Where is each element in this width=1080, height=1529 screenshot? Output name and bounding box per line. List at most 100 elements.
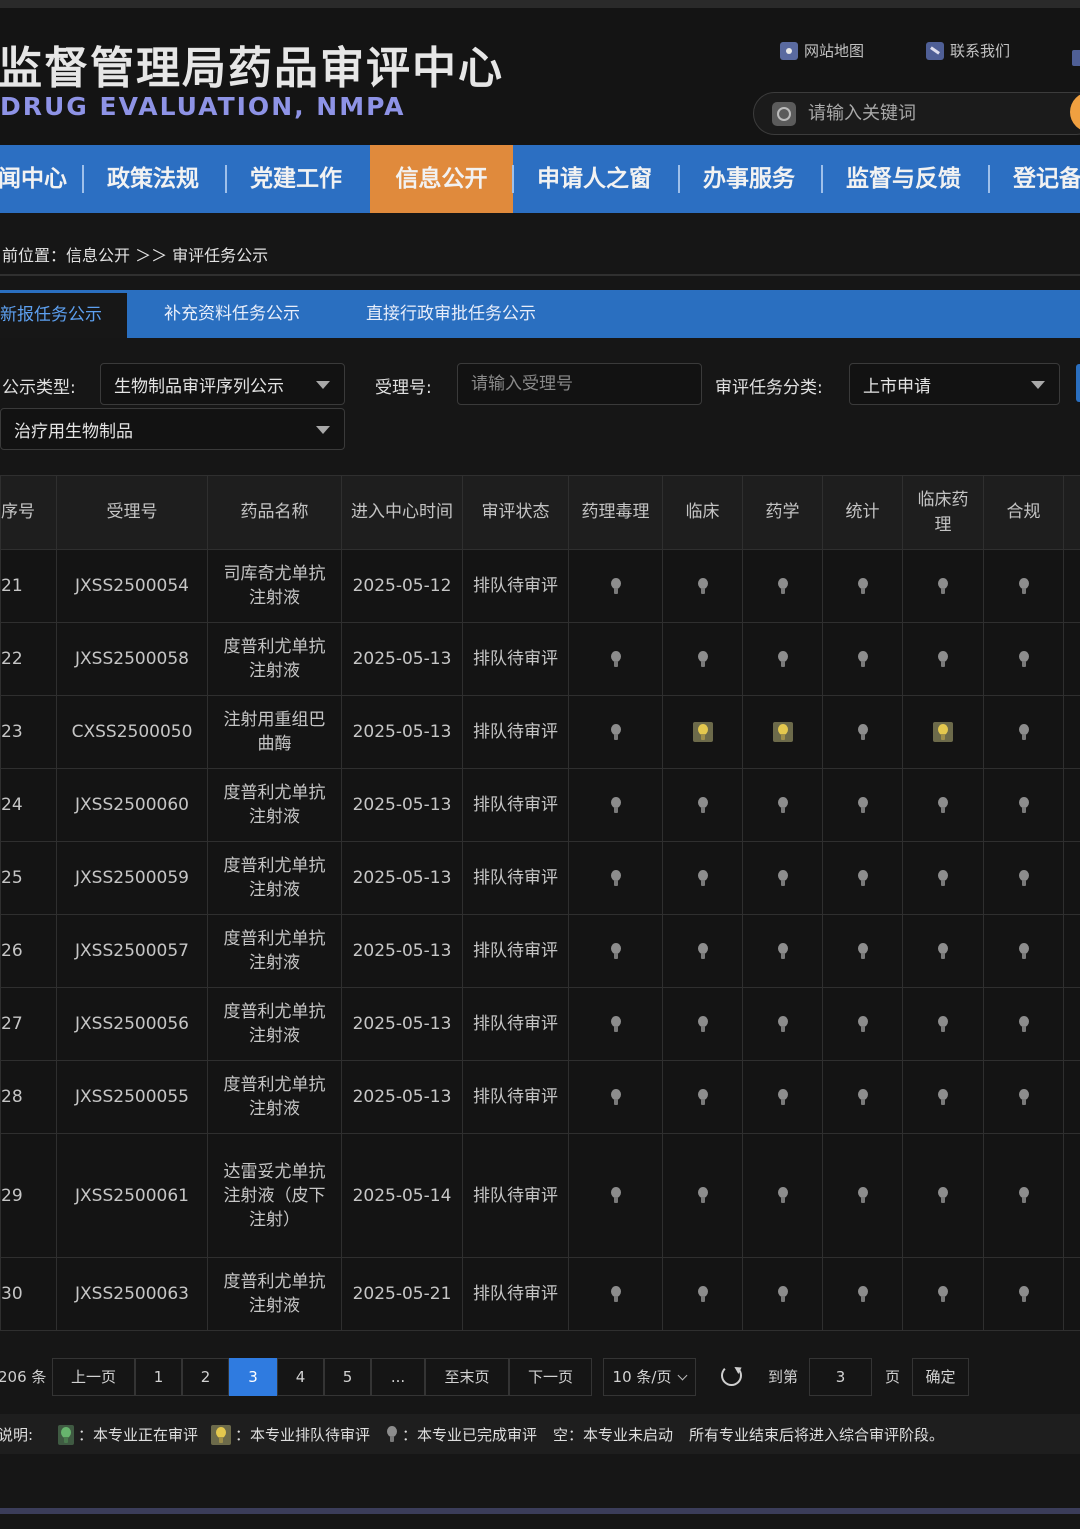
nav-item-party[interactable]: 党建工作 (250, 145, 342, 213)
site-title: 监督管理局药品审评中心 (0, 43, 504, 94)
type-select[interactable]: 生物制品审评序列公示 (100, 363, 345, 405)
row-discipline-cell (983, 768, 1064, 842)
row-status: 排队待审评 (462, 1257, 569, 1331)
goto-label: 到第 (768, 1368, 799, 1386)
goto-page-input[interactable]: 3 (809, 1358, 872, 1396)
done-bulb-icon (697, 1285, 709, 1303)
row-seq: 21 (0, 549, 57, 623)
row-discipline-cell (568, 841, 663, 915)
row-discipline-cell (983, 622, 1064, 696)
row-discipline-cell (568, 1133, 663, 1258)
row-seq: 29 (0, 1133, 57, 1258)
row-enter-time: 2025-05-13 (341, 768, 463, 842)
queued-bulb-icon (692, 722, 713, 742)
row-enter-time: 2025-05-14 (341, 1133, 463, 1258)
nav-item-policy[interactable]: 政策法规 (107, 145, 199, 213)
done-bulb-icon (937, 1088, 949, 1106)
row-discipline-cell (983, 987, 1064, 1061)
tab-direct-approval[interactable]: 直接行政审批任务公示 (366, 290, 536, 338)
page-button[interactable]: 5 (324, 1358, 371, 1396)
refresh-icon[interactable] (721, 1365, 742, 1386)
row-status: 排队待审评 (462, 1060, 569, 1134)
page-button-current[interactable]: 3 (229, 1358, 277, 1396)
done-bulb-icon (777, 1015, 789, 1033)
nav-separator (821, 165, 823, 193)
done-bulb-icon (777, 577, 789, 595)
done-bulb-icon (777, 869, 789, 887)
table-row: 29 JXSS2500061 达雷妥尤单抗注射液（皮下注射） 2025-05-14 排队… (0, 1133, 1080, 1258)
subtype-select[interactable]: 治疗用生物制品 (0, 408, 345, 450)
page-ellipsis[interactable]: ... (371, 1358, 425, 1396)
nav-item-info-public[interactable]: 信息公开 (370, 145, 513, 213)
last-page-button[interactable]: 至末页 (425, 1358, 509, 1396)
main-nav: 闻中心 政策法规 党建工作 信息公开 申请人之窗 办事服务 监督与反馈 登记备 (0, 145, 1080, 213)
legend-reviewing: ：本专业正在审评 (58, 1424, 198, 1445)
done-bulb-icon (610, 942, 622, 960)
row-drug-name: 度普利尤单抗注射液 (207, 622, 342, 696)
accept-no-input[interactable] (457, 363, 702, 405)
row-drug-name: 注射用重组巴曲酶 (207, 695, 342, 769)
page-size-select[interactable]: 10 条/页 (603, 1358, 696, 1396)
page-button[interactable]: 4 (277, 1358, 324, 1396)
done-bulb-icon (857, 942, 869, 960)
contact-link[interactable]: 联系我们 (926, 40, 1010, 61)
row-accept-no: JXSS2500060 (56, 768, 208, 842)
col-compliance: 合规 (983, 475, 1064, 550)
row-discipline-cell (902, 841, 984, 915)
row-status: 排队待审评 (462, 914, 569, 988)
col-seq: 序号 (0, 475, 57, 550)
done-bulb-icon (937, 942, 949, 960)
contact-icon (926, 41, 944, 60)
tab-supplement[interactable]: 补充资料任务公示 (164, 290, 300, 338)
row-discipline-cell (822, 1257, 903, 1331)
site-search-input[interactable] (808, 103, 1058, 124)
row-discipline-cell (662, 987, 743, 1061)
row-discipline-cell (822, 914, 903, 988)
row-drug-name: 度普利尤单抗注射液 (207, 768, 342, 842)
next-page-button[interactable]: 下一页 (509, 1358, 592, 1396)
prev-page-button[interactable]: 上一页 (52, 1358, 135, 1396)
accept-label: 受理号: (375, 378, 432, 398)
category-select[interactable]: 上市申请 (849, 363, 1060, 405)
table-row: 30 JXSS2500063 度普利尤单抗注射液 2025-05-21 排队待审评 (0, 1257, 1080, 1331)
nav-item-feedback[interactable]: 监督与反馈 (846, 145, 961, 213)
truncated-link-icon[interactable] (1072, 50, 1080, 66)
row-accept-no: JXSS2500056 (56, 987, 208, 1061)
row-status: 排队待审评 (462, 987, 569, 1061)
row-discipline-cell (742, 695, 823, 769)
row-discipline-cell (742, 914, 823, 988)
done-bulb-icon (697, 1015, 709, 1033)
done-bulb-icon (857, 1285, 869, 1303)
row-accept-no: JXSS2500057 (56, 914, 208, 988)
sitemap-link[interactable]: 网站地图 (780, 40, 864, 61)
done-bulb-icon (697, 650, 709, 668)
row-status: 排队待审评 (462, 695, 569, 769)
row-discipline-cell (822, 841, 903, 915)
confirm-button[interactable]: 确定 (912, 1358, 969, 1396)
page-button[interactable]: 1 (135, 1358, 182, 1396)
nav-item-services[interactable]: 办事服务 (703, 145, 795, 213)
nav-item-applicant[interactable]: 申请人之窗 (537, 145, 652, 213)
nav-separator (82, 165, 84, 193)
row-accept-no: JXSS2500061 (56, 1133, 208, 1258)
done-bulb-icon (857, 869, 869, 887)
site-header: 监督管理局药品审评中心 DRUG EVALUATION, NMPA 网站地图 联… (0, 8, 1080, 145)
done-bulb-icon (937, 869, 949, 887)
tab-new-application[interactable]: 新报任务公示 (0, 290, 127, 338)
search-button-edge[interactable] (1076, 364, 1080, 402)
page-button[interactable]: 2 (182, 1358, 229, 1396)
row-discipline-cell (742, 1257, 823, 1331)
row-status: 排队待审评 (462, 549, 569, 623)
done-bulb-icon (777, 650, 789, 668)
table-row: 21 JXSS2500054 司库奇尤单抗注射液 2025-05-12 排队待审评 (0, 549, 1080, 623)
subtype-select-value: 治疗用生物制品 (14, 421, 133, 442)
row-discipline-cell (742, 1133, 823, 1258)
page-unit-label: 页 (885, 1368, 901, 1386)
nav-separator (512, 165, 514, 193)
row-discipline-cell (902, 987, 984, 1061)
nav-item-news[interactable]: 闻中心 (0, 145, 67, 213)
page-size-value: 10 条/页 (612, 1368, 672, 1386)
row-discipline-cell (902, 549, 984, 623)
nav-item-register[interactable]: 登记备 (1013, 145, 1080, 213)
row-drug-name: 度普利尤单抗注射液 (207, 987, 342, 1061)
